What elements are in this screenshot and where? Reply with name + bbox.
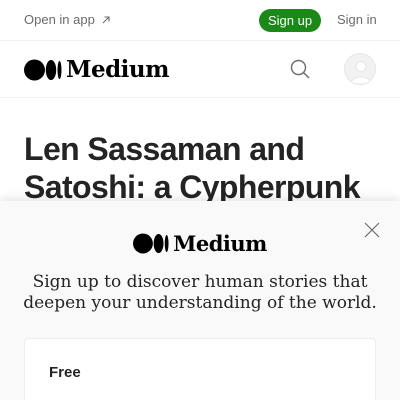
signup-modal: Medium Sign up to discover human stories… — [0, 201, 400, 400]
open-in-app-label: Open in app — [24, 12, 95, 27]
sign-up-button[interactable]: Sign up — [259, 9, 321, 32]
plan-card-free[interactable]: Free — [24, 338, 376, 400]
plan-name: Free — [49, 364, 81, 381]
top-bar: Open in app Sign up Sign in — [0, 0, 400, 41]
sign-in-link[interactable]: Sign in — [337, 12, 377, 27]
user-icon — [350, 61, 372, 84]
arrow-up-right-icon — [102, 15, 110, 23]
modal-medium-logo: Medium — [0, 231, 400, 256]
article-title: Len Sassaman and Satoshi: a Cypherpunk — [24, 131, 361, 205]
modal-heading: Sign up to discover human stories that d… — [23, 272, 377, 313]
medium-logo[interactable]: Medium — [24, 56, 169, 83]
medium-wordmark: Medium — [66, 56, 169, 83]
nav-bar: Medium — [0, 41, 400, 98]
medium-circles-icon — [24, 59, 62, 80]
modal-medium-wordmark: Medium — [173, 231, 267, 256]
avatar[interactable] — [344, 53, 376, 85]
search-icon — [290, 59, 310, 79]
open-in-app-link[interactable]: Open in app — [24, 12, 111, 27]
medium-circles-icon — [133, 233, 169, 254]
search-button[interactable] — [289, 58, 311, 80]
